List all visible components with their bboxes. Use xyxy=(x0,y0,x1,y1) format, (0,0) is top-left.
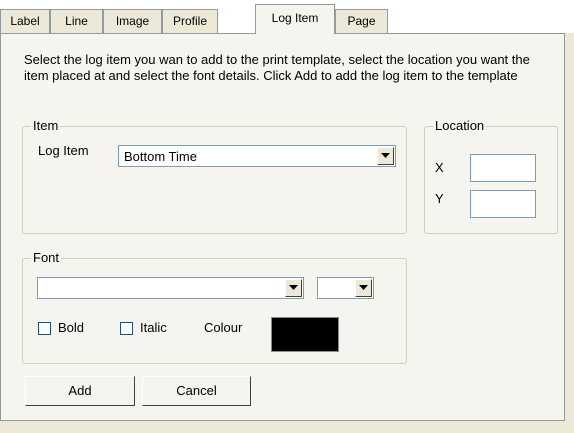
bold-label[interactable]: Bold xyxy=(58,320,84,336)
chevron-down-icon xyxy=(359,285,368,290)
bold-checkbox[interactable] xyxy=(38,322,51,335)
tab-strip: Label Line Image Profile Log Item Page xyxy=(0,0,574,34)
italic-label[interactable]: Italic xyxy=(140,320,167,336)
tab-image[interactable]: Image xyxy=(103,9,162,33)
tab-label[interactable]: Label xyxy=(0,9,50,33)
log-item-dropdown-button[interactable] xyxy=(377,147,394,165)
colour-swatch[interactable] xyxy=(271,317,339,352)
tab-profile[interactable]: Profile xyxy=(162,9,218,33)
font-size-dropdown-button[interactable] xyxy=(355,279,372,297)
font-group-legend: Font xyxy=(31,250,62,266)
y-label: Y xyxy=(435,191,444,206)
x-input[interactable] xyxy=(470,154,536,182)
italic-checkbox[interactable] xyxy=(120,322,133,335)
font-size-select[interactable] xyxy=(317,277,374,299)
add-button[interactable]: Add xyxy=(25,376,135,406)
location-group-legend: Location xyxy=(433,118,487,134)
font-name-dropdown-button[interactable] xyxy=(285,279,302,297)
y-input[interactable] xyxy=(470,190,536,218)
x-label: X xyxy=(435,160,444,175)
cancel-button[interactable]: Cancel xyxy=(142,376,251,406)
tab-page[interactable]: Page xyxy=(335,9,388,33)
panel-bottom-edge xyxy=(0,421,565,433)
instructions-text: Select the log item you wan to add to th… xyxy=(24,52,530,83)
item-group-legend: Item xyxy=(31,118,61,134)
font-name-select[interactable] xyxy=(37,277,304,299)
log-item-label: Log Item xyxy=(38,143,89,158)
tab-log-item[interactable]: Log Item xyxy=(255,4,335,34)
chevron-down-icon xyxy=(289,285,298,290)
log-item-select[interactable]: Bottom Time xyxy=(118,145,396,167)
log-item-select-value: Bottom Time xyxy=(124,149,197,164)
tab-line[interactable]: Line xyxy=(50,9,103,33)
colour-label: Colour xyxy=(204,320,243,335)
panel-right-edge xyxy=(565,33,574,433)
chevron-down-icon xyxy=(381,153,390,158)
font-group: Font xyxy=(22,250,407,364)
